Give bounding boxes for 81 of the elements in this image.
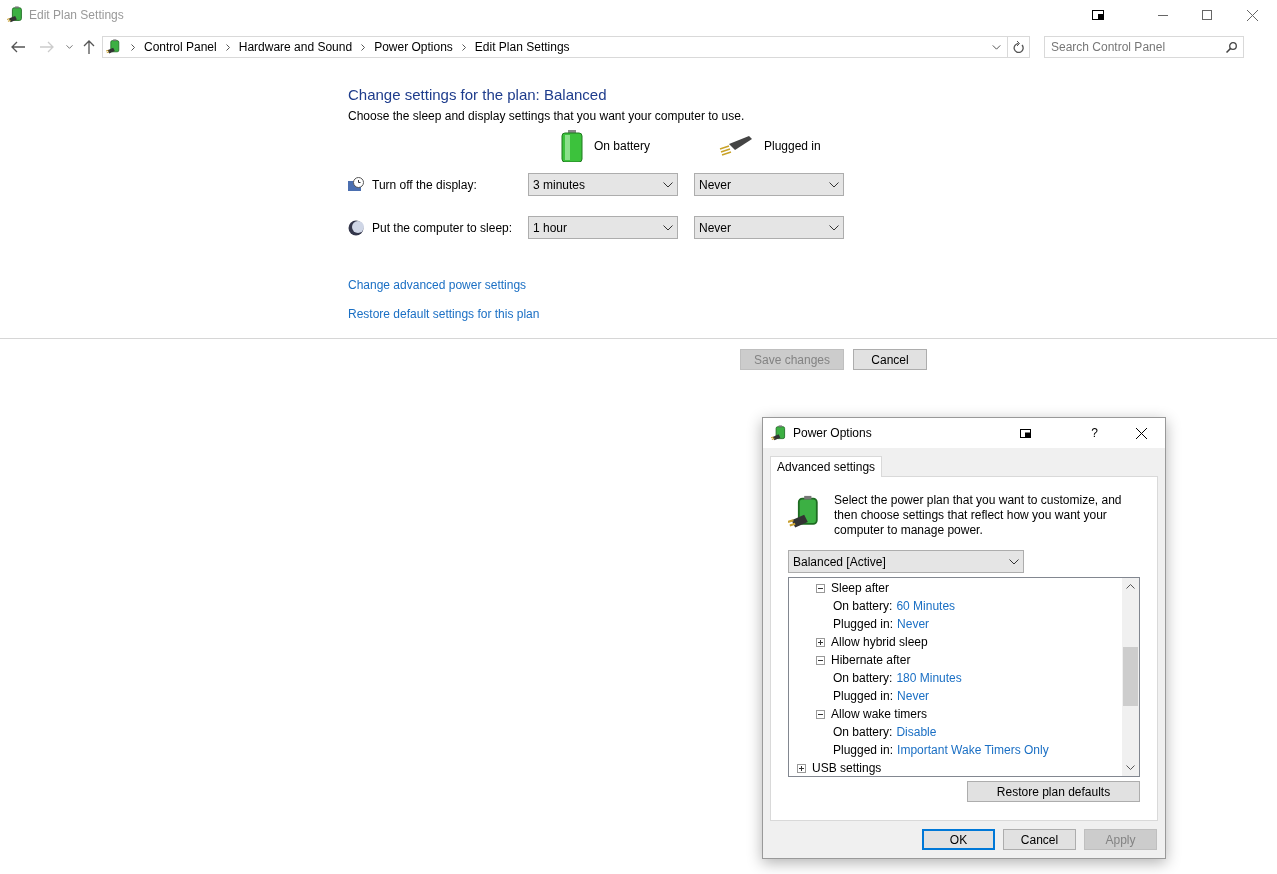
monitor-clock-icon xyxy=(348,176,364,193)
page-heading: Change settings for the plan: Balanced xyxy=(348,85,608,105)
plug-icon xyxy=(719,136,753,156)
setting-value-link[interactable]: Disable xyxy=(896,723,937,741)
scrollbar-thumb[interactable] xyxy=(1123,647,1138,706)
dialog-description: Select the power plan that you want to customize, and then choose settings that reflect how you want your computer to manage power. xyxy=(834,493,1123,538)
dropdown[interactable]: 1 hour xyxy=(528,216,678,239)
refresh-icon[interactable] xyxy=(1013,41,1024,53)
setting-label: Plugged in: xyxy=(833,688,894,705)
tree-item[interactable]: USB settings xyxy=(812,759,882,776)
ok-button[interactable]: OK xyxy=(922,829,995,850)
breadcrumb[interactable]: Hardware and Sound xyxy=(238,38,353,56)
breadcrumb[interactable]: Control Panel xyxy=(144,38,217,56)
page-description: Choose the sleep and display settings that you want your computer to use. xyxy=(348,108,746,124)
breadcrumb[interactable]: Edit Plan Settings xyxy=(474,38,570,56)
setting-value-link[interactable]: Never xyxy=(897,615,930,633)
chevron-down-icon xyxy=(992,44,1001,50)
chevron-down-icon xyxy=(663,224,673,231)
minimize-icon[interactable] xyxy=(1158,14,1168,16)
setting-label: Plugged in: xyxy=(833,616,894,633)
dropdown[interactable]: Never xyxy=(694,173,844,196)
scrollbar[interactable] xyxy=(1122,578,1139,776)
column-header: Plugged in xyxy=(764,138,821,155)
maximize-icon[interactable] xyxy=(1202,10,1212,20)
dropdown[interactable]: Balanced [Active] xyxy=(788,550,1024,573)
power-options-icon xyxy=(771,424,788,442)
tree-item[interactable]: Sleep after xyxy=(831,579,890,597)
dropdown[interactable]: Never xyxy=(694,216,844,239)
tree-item[interactable]: Allow wake timers xyxy=(831,705,928,723)
chevron-down-icon xyxy=(66,45,73,49)
chevron-down-icon xyxy=(1009,558,1019,565)
setting-label: On battery: xyxy=(833,598,893,615)
chevron-right-icon xyxy=(131,43,135,51)
link[interactable]: Change advanced power settings xyxy=(348,277,527,293)
setting-value-link[interactable]: 180 Minutes xyxy=(896,669,962,687)
snap-layout-icon[interactable] xyxy=(1020,428,1032,438)
setting-label: Turn off the display: xyxy=(372,176,477,194)
expand-icon[interactable] xyxy=(797,763,806,773)
moon-icon xyxy=(348,219,364,236)
back-arrow-icon[interactable] xyxy=(11,41,25,53)
collapse-icon[interactable] xyxy=(816,583,825,593)
setting-value-link[interactable]: Never xyxy=(897,687,930,705)
search-icon xyxy=(1226,41,1237,53)
setting-label: On battery: xyxy=(833,670,893,687)
power-options-icon xyxy=(106,39,122,55)
cancel-button[interactable]: Cancel xyxy=(853,349,927,370)
setting-value-link[interactable]: Important Wake Timers Only xyxy=(897,741,1049,759)
chevron-down-icon xyxy=(829,224,839,231)
chevron-right-icon xyxy=(461,43,466,51)
help-button[interactable]: ? xyxy=(1091,424,1098,442)
setting-label: Put the computer to sleep: xyxy=(372,219,513,237)
snap-layout-icon[interactable] xyxy=(1092,10,1104,20)
link[interactable]: Restore default settings for this plan xyxy=(348,306,540,322)
power-options-icon xyxy=(7,6,25,24)
chevron-right-icon xyxy=(225,43,230,51)
chevron-down-icon xyxy=(829,181,839,188)
setting-value-link[interactable]: 60 Minutes xyxy=(896,597,956,615)
address-bar[interactable]: Control Panel Hardware and Sound Power Options Edit Plan Settings xyxy=(102,36,1030,58)
tab[interactable]: Advanced settings xyxy=(770,456,883,477)
close-icon[interactable] xyxy=(1136,427,1147,439)
breadcrumb[interactable]: Power Options xyxy=(374,38,453,56)
expand-icon[interactable] xyxy=(816,637,825,647)
collapse-icon[interactable] xyxy=(816,655,825,665)
setting-label: Plugged in: xyxy=(833,742,894,759)
cancel-button[interactable]: Cancel xyxy=(1003,829,1076,850)
dialog-title: Power Options xyxy=(793,425,872,442)
column-header: On battery xyxy=(594,138,651,155)
scroll-up-icon[interactable] xyxy=(1126,584,1135,589)
tree-item[interactable]: Hibernate after xyxy=(831,651,911,669)
chevron-right-icon xyxy=(361,43,366,51)
up-arrow-icon[interactable] xyxy=(83,40,95,54)
chevron-down-icon xyxy=(663,181,673,188)
collapse-icon[interactable] xyxy=(816,709,825,719)
window-title: Edit Plan Settings xyxy=(29,7,124,24)
search-field[interactable]: Search Control Panel xyxy=(1044,36,1244,58)
tree-item[interactable]: Allow hybrid sleep xyxy=(831,633,928,651)
restore-defaults-button[interactable]: Restore plan defaults xyxy=(967,781,1140,802)
dropdown[interactable]: 3 minutes xyxy=(528,173,678,196)
setting-label: On battery: xyxy=(833,724,893,741)
scroll-down-icon[interactable] xyxy=(1126,765,1135,770)
battery-icon xyxy=(561,130,583,162)
